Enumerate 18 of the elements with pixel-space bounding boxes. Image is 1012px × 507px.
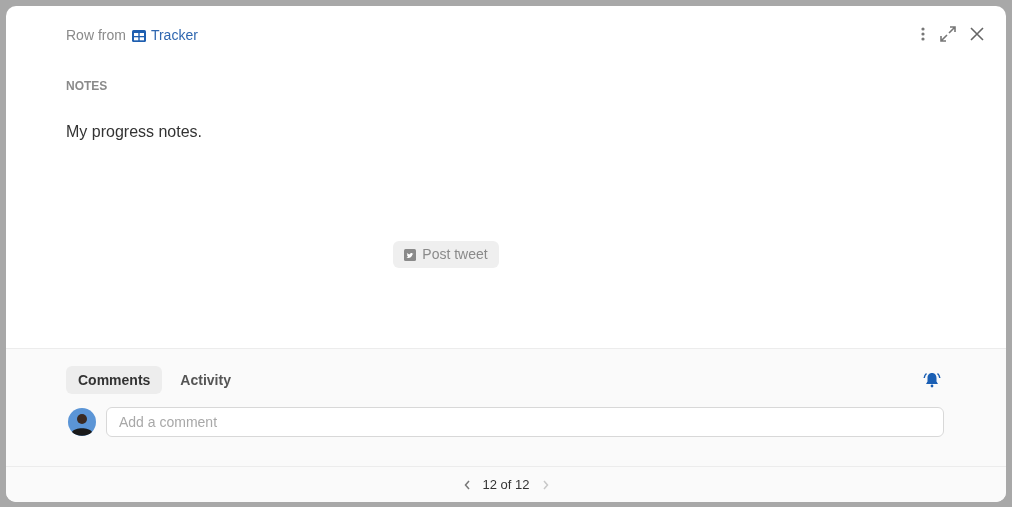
section-label: NOTES bbox=[66, 78, 109, 95]
row-from-label: Row from bbox=[66, 26, 126, 45]
expand-icon[interactable] bbox=[940, 26, 956, 42]
bell-icon[interactable] bbox=[922, 370, 942, 390]
chevron-right-icon bbox=[541, 479, 549, 490]
tab[interactable]: Comments bbox=[66, 366, 163, 394]
table-icon bbox=[131, 29, 146, 42]
avatar bbox=[68, 408, 96, 436]
tracker-link[interactable]: Tracker bbox=[131, 25, 198, 46]
previous-button[interactable] bbox=[463, 479, 471, 490]
more-icon[interactable] bbox=[920, 26, 926, 42]
bird-icon bbox=[404, 248, 417, 261]
close-icon[interactable] bbox=[970, 27, 984, 41]
chevron-left-icon bbox=[463, 479, 471, 490]
comment-field[interactable]: Add a comment bbox=[106, 407, 944, 437]
page-counter: 12 of 12 bbox=[482, 475, 530, 494]
notes-text: My progress notes. bbox=[66, 122, 204, 142]
tab[interactable]: Activity bbox=[168, 366, 243, 394]
